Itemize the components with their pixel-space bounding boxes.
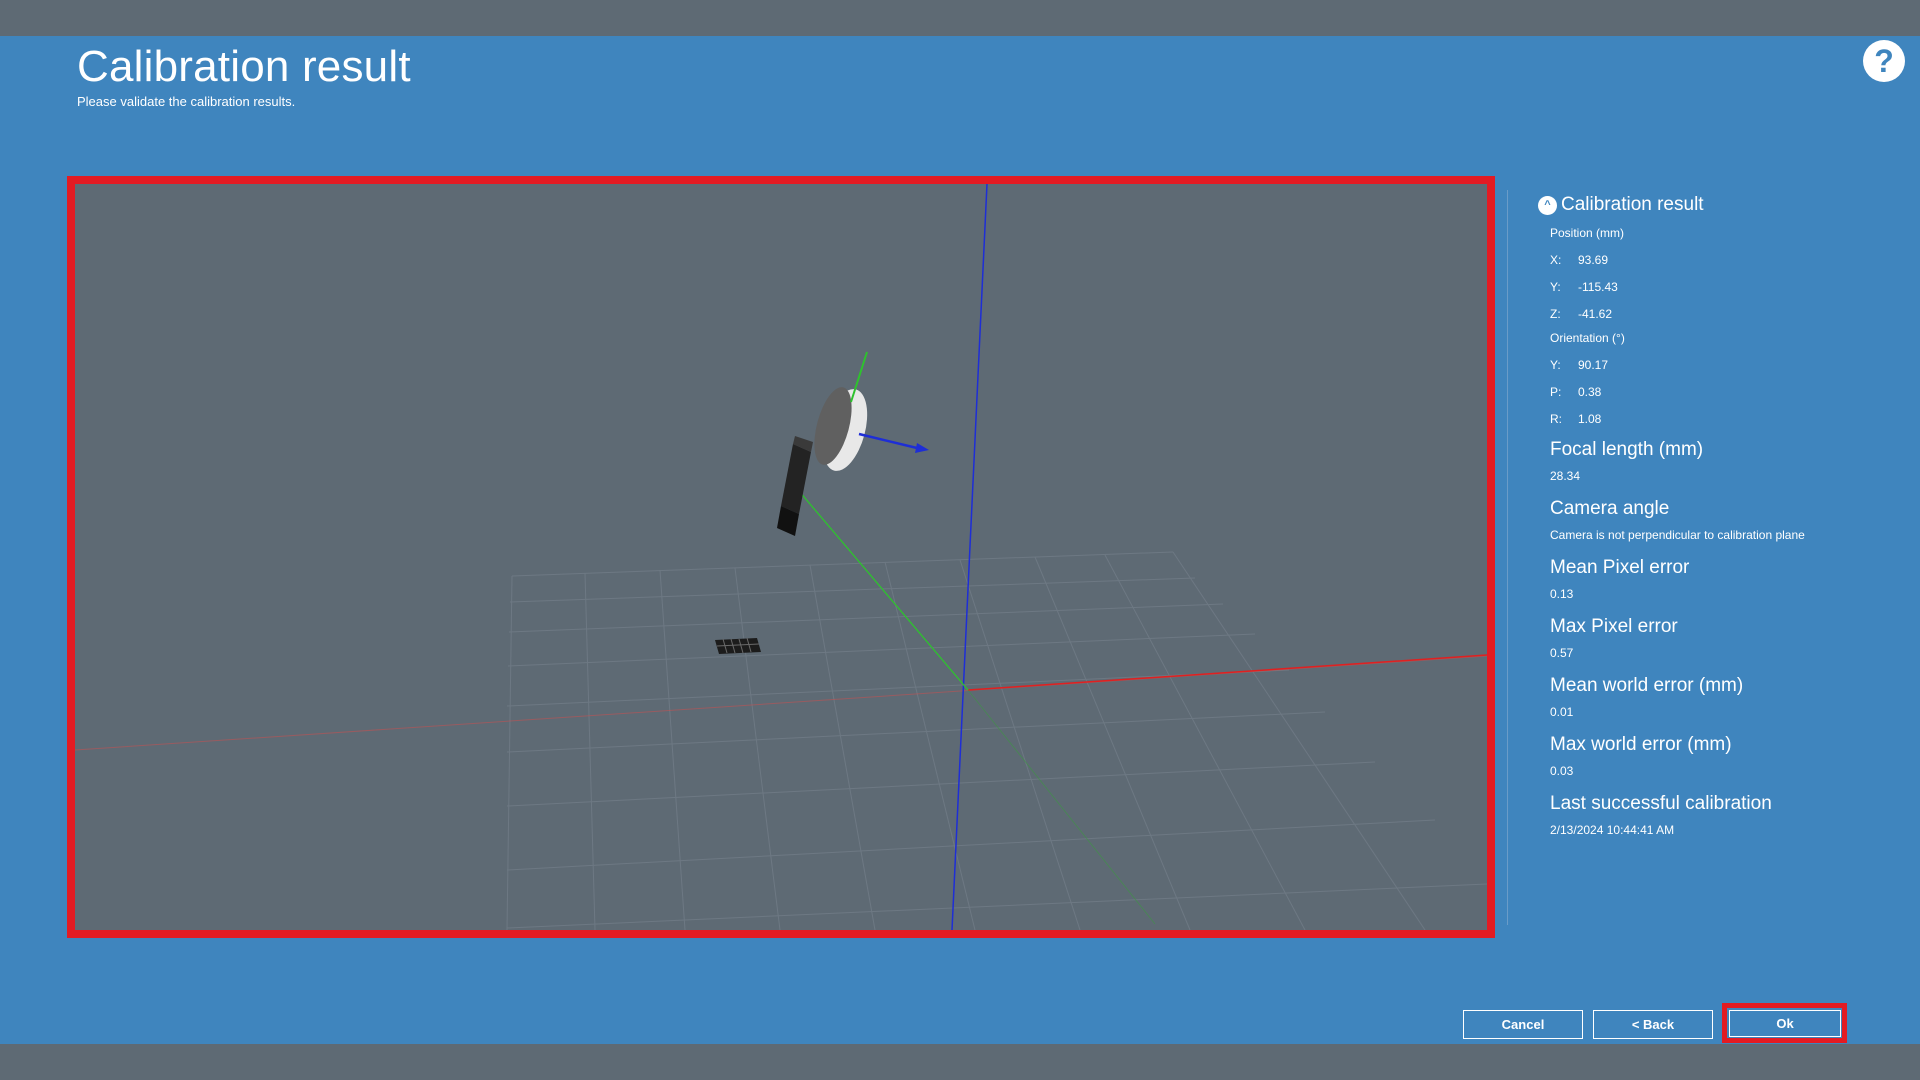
- focal-length-value: 28.34: [1550, 469, 1581, 483]
- focal-length-heading: Focal length (mm): [1550, 439, 1704, 460]
- scene-canvas: [75, 184, 1487, 930]
- position-label: Position (mm): [1550, 226, 1625, 240]
- mean-pixel-error-heading: Mean Pixel error: [1550, 557, 1690, 578]
- max-world-error-heading: Max world error (mm): [1550, 734, 1732, 755]
- camera-x-axis: [858, 432, 918, 450]
- orientation-roll-row: R: 1.08: [1550, 411, 1818, 427]
- position-z-key: Z:: [1550, 307, 1561, 321]
- calibration-result-panel: ^ Calibration result Position (mm) X: 93…: [1538, 190, 1818, 840]
- camera-x-arrow: [915, 443, 929, 453]
- panel-title: Calibration result: [1561, 194, 1704, 215]
- orientation-pitch-value: 0.38: [1578, 385, 1602, 399]
- position-x-value: 93.69: [1578, 253, 1609, 267]
- position-z-row: Z: -41.62: [1550, 306, 1818, 322]
- mean-pixel-error-value: 0.13: [1550, 587, 1574, 601]
- mean-world-error-heading: Mean world error (mm): [1550, 675, 1744, 696]
- position-y-key: Y:: [1550, 280, 1561, 294]
- orientation-label: Orientation (°): [1550, 331, 1625, 345]
- last-calibration-heading: Last successful calibration: [1550, 793, 1772, 814]
- x-axis-positive: [967, 654, 1487, 691]
- 3d-viewport[interactable]: [67, 176, 1495, 938]
- bottom-bar: [0, 1044, 1920, 1080]
- max-world-error-value: 0.03: [1550, 764, 1574, 778]
- orientation-pitch-key: P:: [1550, 385, 1562, 399]
- x-axis-line: [75, 655, 1487, 751]
- question-mark-icon[interactable]: ?: [1863, 40, 1905, 82]
- orientation-roll-value: 1.08: [1578, 412, 1602, 426]
- cancel-button[interactable]: Cancel: [1463, 1010, 1583, 1039]
- orientation-yaw-value: 90.17: [1578, 358, 1609, 372]
- orientation-roll-key: R:: [1550, 412, 1562, 426]
- camera-angle-heading: Camera angle: [1550, 498, 1670, 519]
- page-title: Calibration result: [77, 42, 411, 91]
- orientation-yaw-row: Y: 90.17: [1550, 357, 1818, 373]
- position-x-row: X: 93.69: [1550, 252, 1818, 268]
- orientation-pitch-row: P: 0.38: [1550, 384, 1818, 400]
- max-pixel-error-heading: Max Pixel error: [1550, 616, 1678, 637]
- last-calibration-value: 2/13/2024 10:44:41 AM: [1550, 823, 1675, 837]
- position-x-key: X:: [1550, 253, 1562, 267]
- position-z-value: -41.62: [1578, 307, 1613, 321]
- back-button[interactable]: < Back: [1593, 1010, 1713, 1039]
- ok-button[interactable]: Ok: [1729, 1010, 1841, 1037]
- ring-light-model: [814, 387, 868, 471]
- position-y-value: -115.43: [1578, 280, 1618, 294]
- panel-divider: [1507, 190, 1508, 925]
- max-pixel-error-value: 0.57: [1550, 646, 1574, 660]
- chevron-up-icon[interactable]: ^: [1538, 195, 1557, 215]
- position-y-row: Y: -115.43: [1550, 279, 1818, 295]
- camera-model: [777, 436, 813, 536]
- page-subtitle: Please validate the calibration results.: [77, 94, 296, 109]
- z-axis-line: [951, 184, 988, 930]
- orientation-yaw-key: Y:: [1550, 358, 1561, 372]
- top-bar: [0, 0, 1920, 36]
- mean-world-error-value: 0.01: [1550, 705, 1574, 719]
- camera-angle-value: Camera is not perpendicular to calibrati…: [1550, 528, 1805, 542]
- calibration-result-toggle[interactable]: ^ Calibration result: [1538, 190, 1818, 220]
- ground-grid: [506, 551, 1487, 930]
- calibration-plate: [715, 637, 761, 654]
